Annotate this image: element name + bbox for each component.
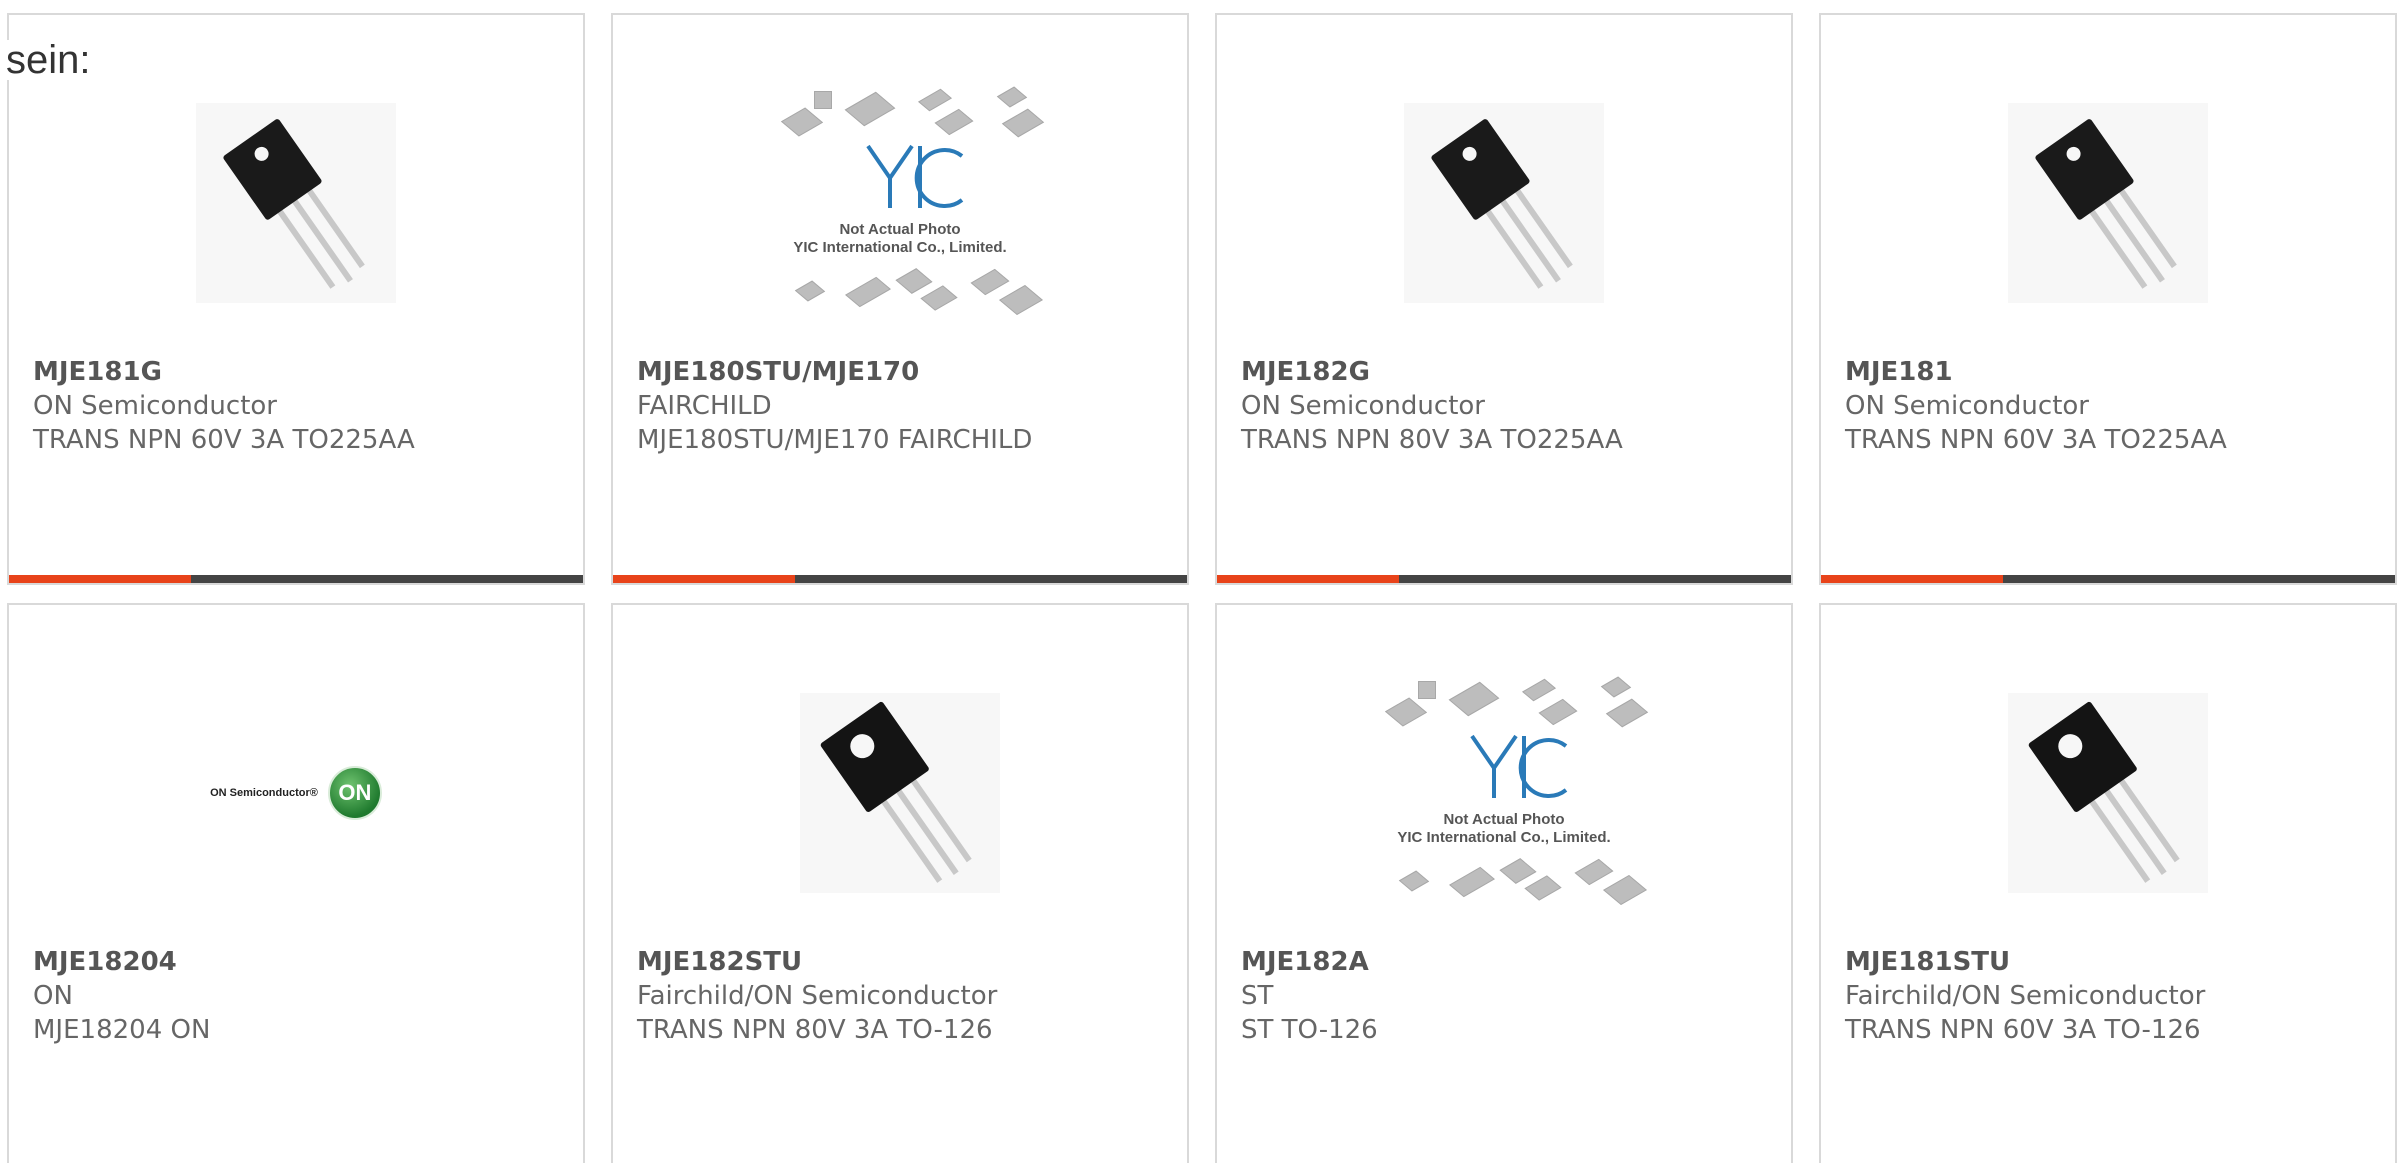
product-info: MJE182A ST ST TO-126 — [1241, 945, 1781, 1047]
product-card[interactable]: Not Actual Photo YIC International Co., … — [611, 13, 1189, 585]
yic-caption: Not Actual Photo YIC International Co., … — [793, 221, 1007, 256]
yic-logo-icon — [866, 144, 964, 208]
product-info: MJE182STU Fairchild/ON Semiconductor TRA… — [637, 945, 1177, 1047]
card-accent — [1217, 575, 1399, 583]
product-image[interactable] — [780, 673, 1020, 913]
on-badge-icon: ON — [327, 766, 382, 820]
card-bottom-bar — [1217, 575, 1791, 583]
card-accent — [613, 575, 795, 583]
part-number[interactable]: MJE18204 — [33, 945, 573, 979]
part-number[interactable]: MJE182STU — [637, 945, 1177, 979]
card-bottom-bar — [613, 575, 1187, 583]
description: MJE18204 ON — [33, 1015, 211, 1045]
transistor-photo-icon — [1404, 103, 1604, 303]
description: ST TO-126 — [1241, 1015, 1378, 1045]
product-info: MJE18204 ON MJE18204 ON — [33, 945, 573, 1047]
yic-caption: Not Actual Photo YIC International Co., … — [1397, 811, 1611, 846]
manufacturer: FAIRCHILD — [637, 391, 772, 421]
product-image[interactable]: ON Semiconductor® ON — [176, 673, 416, 913]
manufacturer: ON Semiconductor — [1241, 391, 1485, 421]
manufacturer: ST — [1241, 981, 1274, 1011]
product-image[interactable] — [176, 83, 416, 323]
manufacturer: ON Semiconductor — [1845, 391, 2089, 421]
part-number[interactable]: MJE181STU — [1845, 945, 2385, 979]
part-number[interactable]: MJE181G — [33, 355, 573, 389]
product-card[interactable]: Not Actual Photo YIC International Co., … — [1215, 603, 1793, 1163]
card-bottom-bar — [1821, 575, 2395, 583]
product-card[interactable]: MJE182STU Fairchild/ON Semiconductor TRA… — [611, 603, 1189, 1163]
transistor-photo-icon — [2008, 103, 2208, 303]
product-card[interactable]: MJE181 ON Semiconductor TRANS NPN 60V 3A… — [1819, 13, 2397, 585]
product-info: MJE182G ON Semiconductor TRANS NPN 80V 3… — [1241, 355, 1781, 457]
part-number[interactable]: MJE182A — [1241, 945, 1781, 979]
description: TRANS NPN 60V 3A TO225AA — [33, 425, 415, 455]
manufacturer: Fairchild/ON Semiconductor — [637, 981, 998, 1011]
transistor-photo-icon — [196, 103, 396, 303]
description: TRANS NPN 60V 3A TO-126 — [1845, 1015, 2201, 1045]
product-info: MJE181STU Fairchild/ON Semiconductor TRA… — [1845, 945, 2385, 1047]
yic-placeholder-image: Not Actual Photo YIC International Co., … — [1384, 673, 1649, 913]
card-accent — [9, 575, 191, 583]
product-image[interactable]: Not Actual Photo YIC International Co., … — [780, 83, 1045, 323]
description: TRANS NPN 80V 3A TO225AA — [1241, 425, 1623, 455]
product-image[interactable] — [1988, 673, 2228, 913]
product-info: MJE181G ON Semiconductor TRANS NPN 60V 3… — [33, 355, 573, 457]
description: MJE180STU/MJE170 FAIRCHILD — [637, 425, 1033, 455]
product-info: MJE181 ON Semiconductor TRANS NPN 60V 3A… — [1845, 355, 2385, 457]
description: TRANS NPN 80V 3A TO-126 — [637, 1015, 993, 1045]
product-card[interactable]: MJE182G ON Semiconductor TRANS NPN 80V 3… — [1215, 13, 1793, 585]
part-number[interactable]: MJE180STU/MJE170 — [637, 355, 1177, 389]
transistor-photo-icon — [800, 693, 1000, 893]
product-grid-page: sein: MJE181G ON Semiconductor TRANS NPN… — [0, 0, 2400, 1163]
product-info: MJE180STU/MJE170 FAIRCHILD MJE180STU/MJE… — [637, 355, 1177, 457]
manufacturer: ON — [33, 981, 73, 1011]
card-bottom-bar — [9, 575, 583, 583]
product-card[interactable]: ON Semiconductor® ON MJE18204 ON MJE1820… — [7, 603, 585, 1163]
manufacturer: Fairchild/ON Semiconductor — [1845, 981, 2206, 1011]
product-image[interactable] — [1384, 83, 1624, 323]
on-wordmark: ON Semiconductor® — [210, 787, 318, 799]
yic-placeholder-image: Not Actual Photo YIC International Co., … — [780, 83, 1045, 323]
product-image[interactable]: Not Actual Photo YIC International Co., … — [1384, 673, 1649, 913]
on-semiconductor-logo: ON Semiconductor® ON — [210, 766, 382, 820]
description: TRANS NPN 60V 3A TO225AA — [1845, 425, 2227, 455]
product-card[interactable]: MJE181STU Fairchild/ON Semiconductor TRA… — [1819, 603, 2397, 1163]
manufacturer: ON Semiconductor — [33, 391, 277, 421]
card-accent — [1821, 575, 2003, 583]
part-number[interactable]: MJE182G — [1241, 355, 1781, 389]
transistor-photo-icon — [2008, 693, 2208, 893]
product-image[interactable] — [1988, 83, 2228, 323]
product-card[interactable]: MJE181G ON Semiconductor TRANS NPN 60V 3… — [7, 13, 585, 585]
part-number[interactable]: MJE181 — [1845, 355, 2385, 389]
intro-text: sein: — [6, 40, 95, 80]
yic-logo-icon — [1470, 734, 1568, 798]
